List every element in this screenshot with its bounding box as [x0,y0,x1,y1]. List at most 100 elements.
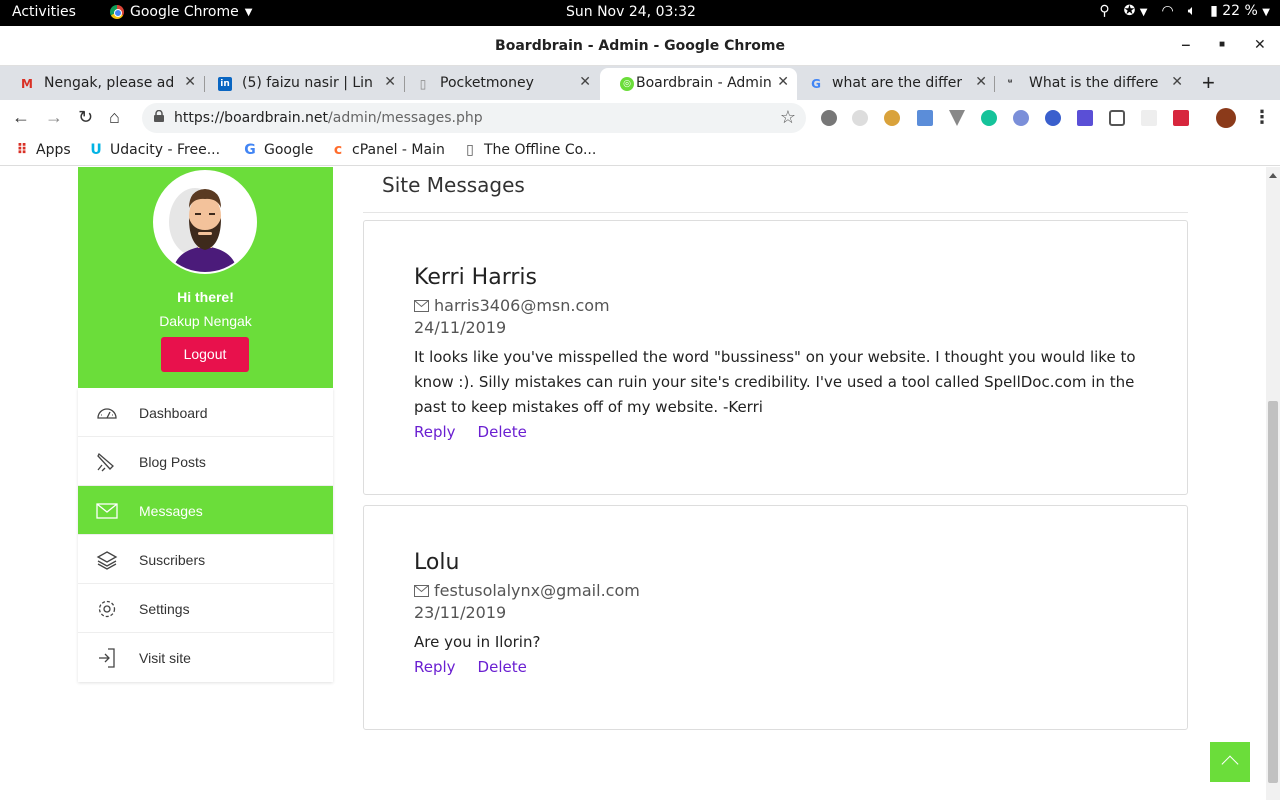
bookmark-label: The Offline Co... [484,142,597,158]
scroll-to-top-button[interactable] [1210,742,1250,782]
page-content: Hi there! Dakup Nengak Logout Dashboard … [0,167,1266,800]
system-tray[interactable]: ⚲ ✪ ▼ ◠ 🔈︎ ▮ 22 % ▼ [1099,3,1270,19]
extension-grid-icon[interactable] [1141,110,1157,126]
apps-grid-icon: ⠿ [16,142,28,158]
bookmark-google[interactable]: G Google [242,142,313,158]
sidebar-item-label: Blog Posts [139,454,206,470]
tab-linkedin[interactable]: in (5) faizu nasir | Link ✕ [198,68,404,100]
bookmark-star-icon[interactable]: ☆ [780,107,796,128]
logout-button[interactable]: Logout [161,337,249,372]
battery-label: 22 % [1222,3,1258,19]
app-menu-label: Google Chrome [130,4,239,20]
extension-cookie-icon[interactable] [884,110,900,126]
browser-menu-icon[interactable]: ⋮ [1253,107,1271,128]
tab-label: (5) faizu nasir | Link [242,75,372,91]
envelope-icon [414,299,429,312]
network-status-icon: ⚲ [1099,3,1110,19]
extension-owl-icon[interactable] [1045,110,1061,126]
tab-close-icon[interactable]: ✕ [579,74,591,90]
message-date: 23/11/2019 [414,603,507,622]
delete-link[interactable]: Delete [478,658,527,676]
linkedin-icon: in [218,77,232,91]
extension-badge-icon[interactable] [1173,110,1189,126]
page-scrollbar[interactable] [1266,167,1280,800]
tab-close-icon[interactable]: ✕ [975,74,987,90]
page-title: Site Messages [382,173,525,197]
tab-pocketmoney[interactable]: ▯ Pocketmoney ✕ [396,68,599,100]
message-email-text: harris3406@msn.com [434,296,610,315]
home-button[interactable]: ⌂ [109,107,120,128]
sidebar-item-settings[interactable]: Settings [78,584,333,633]
tab-label: Nengak, please add [44,75,174,91]
udacity-icon: ᵘ [1007,78,1013,89]
admin-sidebar: Hi there! Dakup Nengak Logout Dashboard … [78,167,333,682]
close-window-button[interactable]: ✕ [1254,36,1266,53]
extension-grammarly-icon[interactable] [981,110,997,126]
tab-google-search-1[interactable]: G what are the differe ✕ [797,68,995,100]
bookmark-apps[interactable]: ⠿ Apps [14,142,71,158]
lock-icon [154,110,164,122]
sidebar-item-messages[interactable]: Messages [78,486,333,535]
back-button[interactable]: ← [12,107,30,128]
app-menu[interactable]: Google Chrome ▼ [110,4,252,20]
extension-pocket-icon[interactable] [1109,110,1125,126]
extension-share-icon[interactable] [852,110,868,126]
sidebar-menu: Dashboard Blog Posts Messages Suscribers… [78,388,333,682]
google-icon: G [811,77,821,91]
activities-button[interactable]: Activities [12,4,76,20]
envelope-icon [96,503,118,519]
browser-toolbar: ← → ↻ ⌂ https://boardbrain.net/admin/mes… [0,100,1280,136]
rocket-icon [97,452,114,472]
sidebar-item-blog-posts[interactable]: Blog Posts [78,437,333,486]
tab-close-icon[interactable]: ✕ [1171,74,1183,90]
address-bar[interactable]: https://boardbrain.net/admin/messages.ph… [142,103,806,133]
extension-vue-icon[interactable] [949,110,965,126]
url-text: https://boardbrain.net/admin/messages.ph… [174,110,483,126]
title-divider [363,212,1188,213]
reply-link[interactable]: Reply [414,423,456,441]
new-tab-button[interactable]: + [1202,70,1215,96]
sidebar-item-subscribers[interactable]: Suscribers [78,535,333,584]
dashboard-icon [97,408,117,419]
reload-button[interactable]: ↻ [78,107,93,128]
bookmark-label: Apps [36,142,71,158]
tab-google-search-2[interactable]: ᵘ What is the differen ✕ [995,68,1191,100]
reply-link[interactable]: Reply [414,658,456,676]
bookmark-label: cPanel - Main [352,142,445,158]
cpanel-icon: c [333,142,343,158]
user-name: Dakup Nengak [159,313,252,329]
extension-bookmark-icon[interactable] [917,110,933,126]
extension-translate-icon[interactable] [1077,110,1093,126]
tab-close-icon[interactable]: ✕ [777,74,789,90]
bookmark-udacity[interactable]: U Udacity - Free... [88,142,220,158]
avatar [153,170,257,274]
forward-button[interactable]: → [45,107,63,128]
message-body: Are you in Ilorin? [414,633,541,651]
scrollbar-thumb[interactable] [1268,401,1278,783]
bookmark-offline[interactable]: ▯ The Offline Co... [462,142,596,158]
minimize-button[interactable]: ‒ [1182,36,1190,52]
page-icon: ▯ [466,142,474,158]
greeting: Hi there! [177,289,234,305]
tab-close-icon[interactable]: ✕ [184,74,196,90]
tab-label: what are the differe [832,75,962,91]
window-title-bar: Boardbrain - Admin - Google Chrome ‒ ■ ✕ [0,26,1280,66]
tab-close-icon[interactable]: ✕ [384,74,396,90]
sidebar-item-visit-site[interactable]: Visit site [78,633,333,682]
extension-info-icon[interactable] [1013,110,1029,126]
scroll-up-arrow-icon[interactable] [1269,173,1277,178]
maximize-button[interactable]: ■ [1219,39,1225,50]
delete-link[interactable]: Delete [478,423,527,441]
battery-indicator: ▮ 22 % ▼ [1210,3,1270,19]
profile-avatar[interactable] [1216,108,1236,128]
clock[interactable]: Sun Nov 24, 03:32 [566,4,696,20]
bookmark-cpanel[interactable]: c cPanel - Main [330,142,445,158]
tab-boardbrain[interactable]: ◎ Boardbrain - Admin ✕ [600,68,797,100]
sidebar-item-dashboard[interactable]: Dashboard [78,388,333,437]
message-email: festusolalynx@gmail.com [414,581,640,600]
tab-strip: M Nengak, please add ✕ in (5) faizu nasi… [0,66,1280,100]
bookmark-label: Google [264,142,314,158]
extension-gear-icon[interactable] [821,110,837,126]
message-date: 24/11/2019 [414,318,507,337]
tab-gmail[interactable]: M Nengak, please add ✕ [0,68,204,100]
